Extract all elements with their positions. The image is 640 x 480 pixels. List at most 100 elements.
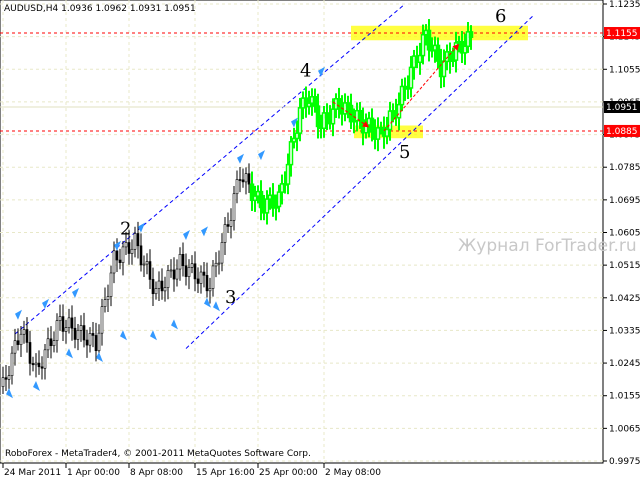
y-tick-label: 1.0245 bbox=[609, 359, 640, 369]
candle-body bbox=[76, 329, 80, 340]
candle-body bbox=[312, 96, 318, 107]
candle-body bbox=[247, 173, 251, 185]
candle-body bbox=[46, 338, 50, 351]
candle-body bbox=[196, 278, 200, 284]
wave-label: 6 bbox=[495, 6, 506, 27]
candle-body bbox=[315, 105, 321, 128]
candle-body bbox=[10, 352, 14, 376]
candle-body bbox=[49, 338, 53, 347]
candle-body bbox=[112, 250, 116, 274]
candle-body bbox=[82, 325, 86, 341]
candle-body bbox=[73, 327, 77, 340]
y-tick-label: 1.0605 bbox=[609, 229, 640, 239]
wave-label: 4 bbox=[300, 61, 311, 82]
candle-body bbox=[285, 163, 291, 185]
candle-body bbox=[109, 272, 113, 297]
candle-body bbox=[52, 340, 56, 347]
candle-body bbox=[1, 377, 5, 387]
candle-body bbox=[276, 191, 282, 208]
candle-body bbox=[133, 233, 137, 250]
candle-body bbox=[19, 333, 23, 345]
candle-body bbox=[58, 316, 62, 321]
candle-body bbox=[264, 198, 270, 214]
candle-body bbox=[417, 54, 423, 64]
y-tick-label: 1.0785 bbox=[609, 163, 640, 173]
candle-body bbox=[223, 224, 227, 243]
candle-body bbox=[157, 280, 161, 289]
candle-body bbox=[178, 254, 182, 270]
candle-body bbox=[396, 103, 402, 119]
candle-body bbox=[468, 31, 474, 38]
candle-body bbox=[258, 190, 264, 209]
candle-body bbox=[217, 262, 221, 265]
candle-body bbox=[61, 316, 65, 332]
candle-body bbox=[208, 288, 212, 292]
candle-body bbox=[94, 335, 98, 352]
candle-body bbox=[70, 317, 74, 329]
candle-body bbox=[408, 66, 414, 89]
candle-body bbox=[40, 366, 44, 369]
y-tick-label: 1.1235 bbox=[609, 0, 640, 10]
candle-body bbox=[241, 179, 245, 183]
candle-body bbox=[211, 265, 215, 289]
price-chart[interactable]: Журнал ForTrader.ru 234561.12351.11451.1… bbox=[0, 0, 640, 480]
candle-body bbox=[163, 287, 167, 292]
candle-body bbox=[103, 299, 107, 308]
candle-body bbox=[462, 45, 468, 54]
candle-body bbox=[375, 127, 381, 140]
candle-body bbox=[232, 193, 236, 221]
candle-body bbox=[16, 340, 20, 345]
candle-body bbox=[181, 254, 185, 267]
candle-body bbox=[220, 242, 224, 264]
candle-body bbox=[154, 288, 158, 295]
x-tick-label: 25 Apr 00:00 bbox=[259, 468, 318, 478]
candle-body bbox=[7, 375, 11, 380]
candle-body bbox=[136, 233, 140, 247]
y-tick-label: 1.0155 bbox=[609, 392, 640, 402]
candle-body bbox=[151, 279, 155, 295]
candle-body bbox=[441, 60, 447, 78]
candle-body bbox=[229, 220, 233, 227]
candle-body bbox=[13, 340, 17, 354]
candle-body bbox=[25, 329, 29, 343]
candle-body bbox=[187, 267, 191, 277]
candle-body bbox=[118, 259, 122, 263]
x-tick-label: 24 Mar 2011 bbox=[4, 468, 61, 478]
candle-body bbox=[175, 268, 179, 280]
candle-body bbox=[184, 265, 188, 277]
candle-body bbox=[22, 329, 26, 335]
candle-body bbox=[106, 296, 110, 300]
candle-body bbox=[294, 132, 300, 140]
candle-body bbox=[244, 173, 248, 183]
candle-body bbox=[79, 325, 83, 331]
y-tick-label: 1.0695 bbox=[609, 196, 640, 206]
candle-body bbox=[235, 179, 239, 195]
candle-body bbox=[288, 141, 294, 166]
candle-body bbox=[115, 250, 119, 261]
y-tick-label: 1.0515 bbox=[609, 261, 640, 271]
candle-body bbox=[199, 271, 203, 284]
candle-body bbox=[202, 271, 206, 276]
candle-body bbox=[145, 261, 149, 265]
candle-body bbox=[426, 29, 432, 51]
candle-body bbox=[384, 128, 390, 137]
candle-body bbox=[357, 109, 363, 121]
candle-body bbox=[100, 306, 104, 334]
candle-body bbox=[127, 242, 131, 254]
candle-body bbox=[37, 362, 41, 368]
candle-body bbox=[297, 107, 303, 134]
candle-body bbox=[148, 261, 152, 280]
x-tick-label: 2 May 08:00 bbox=[325, 468, 381, 478]
watermark: Журнал ForTrader.ru bbox=[458, 236, 637, 256]
candle-body bbox=[55, 320, 59, 341]
y-tick-label: 1.0335 bbox=[609, 326, 640, 336]
candle-body bbox=[205, 275, 209, 292]
candle-body bbox=[139, 245, 143, 266]
candle-body bbox=[190, 263, 194, 268]
candle-body bbox=[330, 108, 336, 125]
candle-body bbox=[166, 270, 170, 288]
candle-body bbox=[130, 248, 134, 254]
candle-body bbox=[64, 327, 68, 332]
candle-body bbox=[142, 263, 146, 266]
wave-label: 2 bbox=[120, 218, 131, 239]
